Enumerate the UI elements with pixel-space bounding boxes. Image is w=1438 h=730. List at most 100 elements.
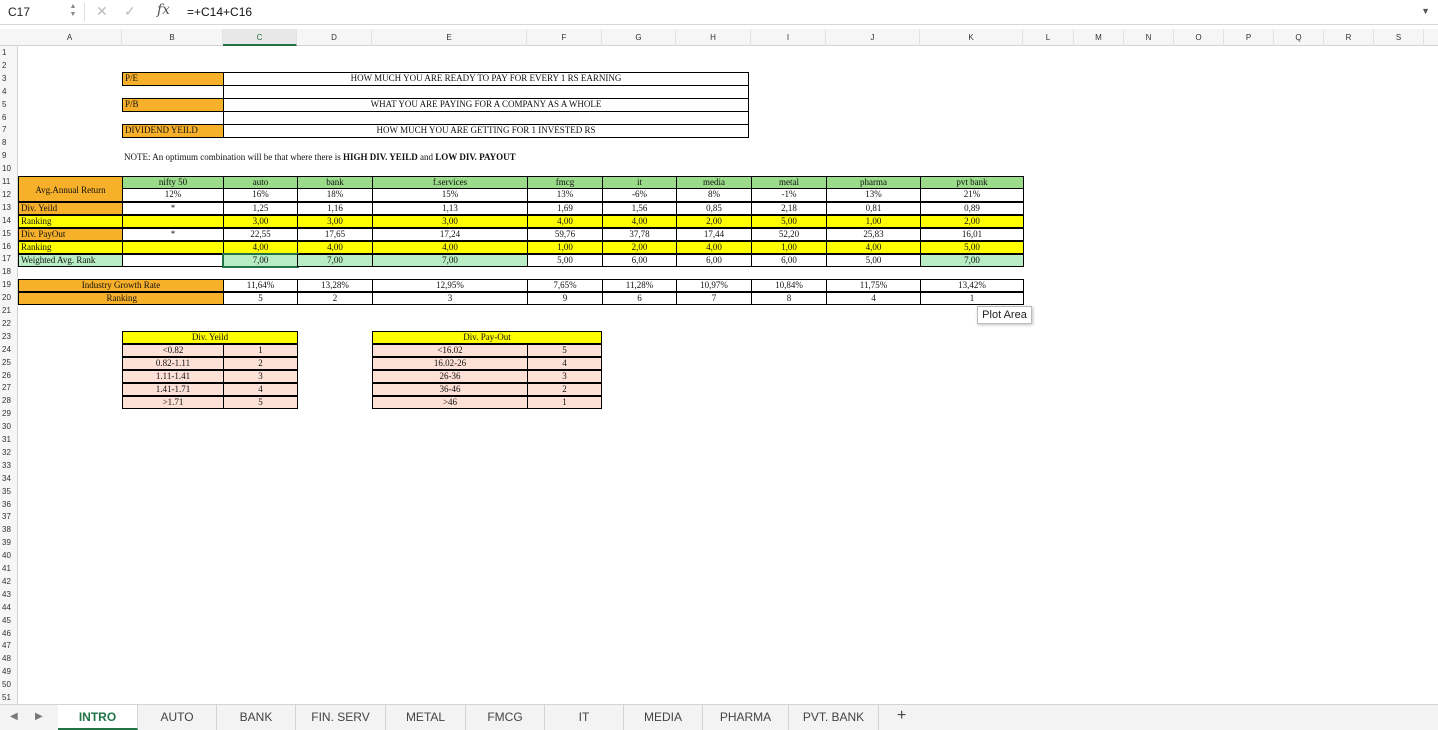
table-cell[interactable]: 7,00 <box>222 253 299 268</box>
payout-score-cell[interactable]: 5 <box>527 343 602 357</box>
growth-rate-label[interactable]: Industry Growth Rate <box>18 279 224 293</box>
yield-score-cell[interactable]: 4 <box>223 382 298 396</box>
growth-ranking-cell[interactable]: 4 <box>826 292 921 306</box>
avg-return-cell[interactable]: 13% <box>527 189 603 202</box>
table-cell[interactable]: 1,25 <box>223 202 298 215</box>
payout-title[interactable]: Div. Pay-Out <box>372 330 602 344</box>
table-cell[interactable]: 2,18 <box>751 202 827 215</box>
growth-ranking-cell[interactable]: 6 <box>602 292 677 306</box>
table-cell[interactable]: 1,00 <box>527 241 603 254</box>
payout-range-cell[interactable]: <16.02 <box>372 343 528 357</box>
payout-range-cell[interactable]: 26-36 <box>372 369 528 383</box>
payout-range-cell[interactable]: >46 <box>372 395 528 409</box>
table-cell[interactable]: 2,00 <box>920 215 1024 228</box>
sector-header-cell[interactable]: metal <box>751 176 827 189</box>
table-cell[interactable]: 4,00 <box>223 241 298 254</box>
table-cell[interactable]: 17,24 <box>372 228 528 241</box>
avg-return-cell[interactable]: 18% <box>297 189 373 202</box>
definition-meaning[interactable]: HOW MUCH YOU ARE READY TO PAY FOR EVERY … <box>223 72 749 86</box>
table-cell[interactable]: 1,16 <box>297 202 373 215</box>
sector-header-cell[interactable]: auto <box>223 176 298 189</box>
definition-term[interactable]: P/E <box>122 72 224 86</box>
sector-header-cell[interactable]: pharma <box>826 176 921 189</box>
table-cell[interactable]: 5,00 <box>920 241 1024 254</box>
sheet-tab[interactable]: INTRO <box>58 705 138 730</box>
avg-return-cell[interactable]: 12% <box>122 189 224 202</box>
note-text[interactable]: NOTE: An optimum combination will be tha… <box>124 152 516 162</box>
table-cell[interactable]: 4,00 <box>676 241 752 254</box>
table-cell[interactable]: 4,00 <box>527 215 603 228</box>
row-label-avg-annual-return[interactable]: Avg.Annual Return <box>18 176 123 202</box>
worksheet-grid[interactable]: P/E HOW MUCH YOU ARE READY TO PAY FOR EV… <box>0 0 1438 704</box>
growth-ranking-cell[interactable]: 1 <box>920 292 1024 306</box>
table-cell[interactable]: 22,55 <box>223 228 298 241</box>
row-label[interactable]: Ranking <box>18 215 123 228</box>
table-cell[interactable] <box>122 241 224 254</box>
table-cell[interactable]: 1,00 <box>751 241 827 254</box>
table-cell[interactable]: 4,00 <box>826 241 921 254</box>
yield-range-cell[interactable]: <0.82 <box>122 343 224 357</box>
table-cell[interactable]: 0,89 <box>920 202 1024 215</box>
row-label[interactable]: Ranking <box>18 241 123 254</box>
table-cell[interactable]: 1,56 <box>602 202 677 215</box>
table-cell[interactable]: 25,83 <box>826 228 921 241</box>
sector-header-cell[interactable]: f.services <box>372 176 528 189</box>
avg-return-cell[interactable]: 15% <box>372 189 528 202</box>
sheet-tab[interactable]: METAL <box>386 705 466 730</box>
growth-rate-cell[interactable]: 13,42% <box>920 279 1024 293</box>
table-cell[interactable]: 0,85 <box>676 202 752 215</box>
table-cell[interactable] <box>122 254 224 267</box>
table-cell[interactable]: 1,13 <box>372 202 528 215</box>
growth-ranking-cell[interactable]: 3 <box>372 292 528 306</box>
payout-score-cell[interactable]: 2 <box>527 382 602 396</box>
sheet-tab[interactable]: FIN. SERV <box>296 705 386 730</box>
avg-return-cell[interactable]: 8% <box>676 189 752 202</box>
growth-ranking-label[interactable]: Ranking <box>18 292 224 306</box>
definition-spacer[interactable] <box>223 111 749 125</box>
growth-ranking-cell[interactable]: 7 <box>676 292 752 306</box>
avg-return-cell[interactable]: 13% <box>826 189 921 202</box>
row-label[interactable]: Div. Yeild <box>18 202 123 215</box>
growth-ranking-cell[interactable]: 2 <box>297 292 373 306</box>
avg-return-cell[interactable]: 16% <box>223 189 298 202</box>
yield-title[interactable]: Div. Yeild <box>122 330 298 344</box>
sheet-tab[interactable]: AUTO <box>138 705 217 730</box>
sheet-tab[interactable]: BANK <box>217 705 296 730</box>
definition-term[interactable]: DIVIDEND YEILD <box>122 124 224 138</box>
growth-rate-cell[interactable]: 11,64% <box>223 279 298 293</box>
table-cell[interactable]: 1,00 <box>826 215 921 228</box>
table-cell[interactable]: 5,00 <box>826 254 921 267</box>
definition-spacer[interactable] <box>223 85 749 99</box>
sector-header-cell[interactable]: it <box>602 176 677 189</box>
sheet-tab[interactable]: PHARMA <box>703 705 789 730</box>
growth-ranking-cell[interactable]: 5 <box>223 292 298 306</box>
table-cell[interactable]: 7,00 <box>372 254 528 267</box>
table-cell[interactable] <box>122 215 224 228</box>
table-cell[interactable]: 5,00 <box>527 254 603 267</box>
payout-range-cell[interactable]: 16.02-26 <box>372 356 528 370</box>
avg-return-cell[interactable]: 21% <box>920 189 1024 202</box>
yield-score-cell[interactable]: 5 <box>223 395 298 409</box>
table-cell[interactable]: 6,00 <box>602 254 677 267</box>
avg-return-cell[interactable]: -1% <box>751 189 827 202</box>
table-cell[interactable]: 3,00 <box>223 215 298 228</box>
yield-range-cell[interactable]: 1.41-1.71 <box>122 382 224 396</box>
table-cell[interactable]: * <box>122 228 224 241</box>
table-cell[interactable]: 0,81 <box>826 202 921 215</box>
table-cell[interactable]: * <box>122 202 224 215</box>
payout-score-cell[interactable]: 4 <box>527 356 602 370</box>
sector-header-cell[interactable]: pvt bank <box>920 176 1024 189</box>
scroll-right-icon[interactable]: ▶ <box>35 711 43 722</box>
sheet-tab[interactable]: MEDIA <box>624 705 703 730</box>
row-label[interactable]: Div. PayOut <box>18 228 123 241</box>
sector-header-cell[interactable]: media <box>676 176 752 189</box>
table-cell[interactable]: 7,00 <box>920 254 1024 267</box>
table-cell[interactable]: 7,00 <box>297 254 373 267</box>
table-cell[interactable]: 3,00 <box>297 215 373 228</box>
growth-rate-cell[interactable]: 10,84% <box>751 279 827 293</box>
scroll-left-icon[interactable]: ◀ <box>10 711 18 722</box>
table-cell[interactable]: 2,00 <box>602 241 677 254</box>
row-label[interactable]: Weighted Avg. Rank <box>18 254 123 267</box>
table-cell[interactable]: 59,76 <box>527 228 603 241</box>
table-cell[interactable]: 17,44 <box>676 228 752 241</box>
